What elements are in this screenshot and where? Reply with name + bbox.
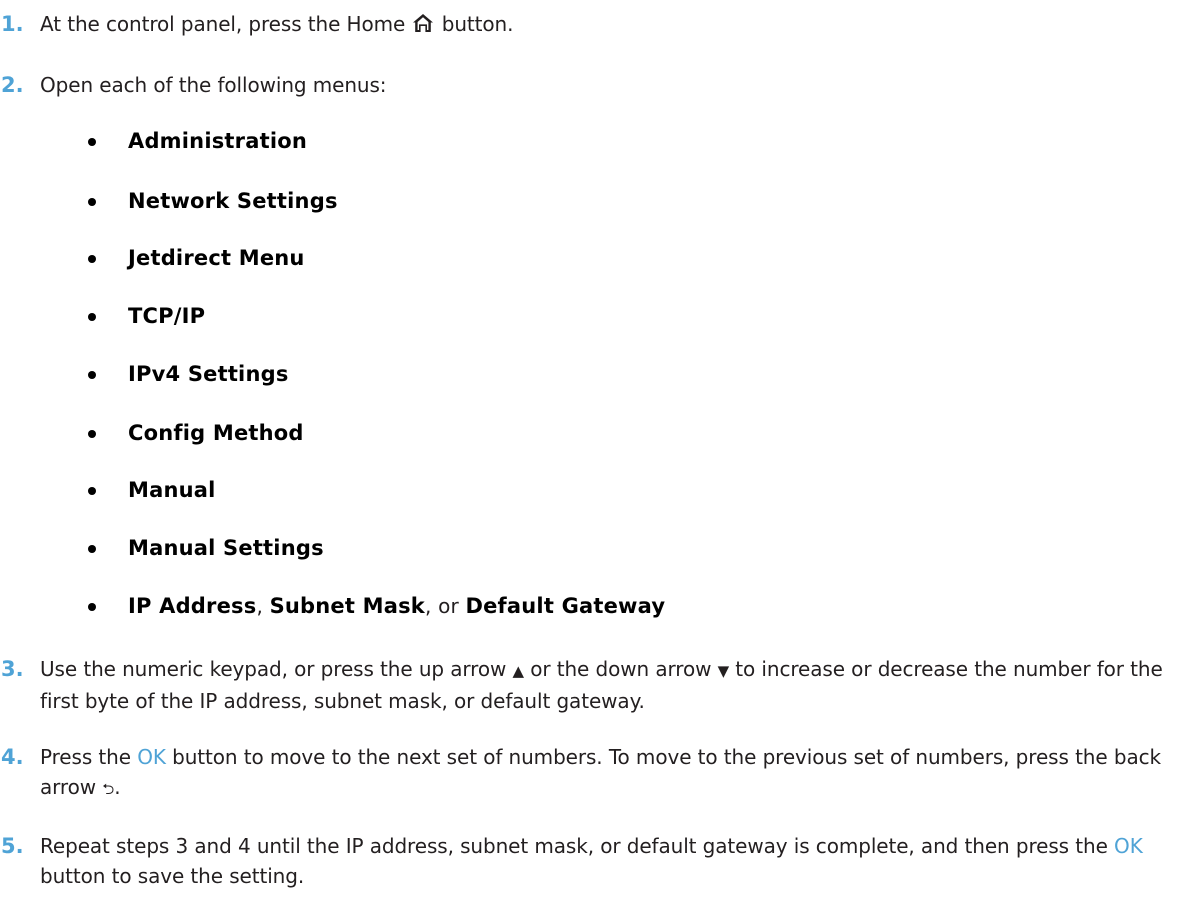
menu-item: Jetdirect Menu	[0, 243, 1201, 273]
bullet-icon	[88, 603, 96, 611]
back-arrow-icon: ⮌	[102, 780, 115, 798]
bullet-icon	[88, 255, 96, 263]
menu-item: IPv4 Settings	[0, 359, 1201, 389]
step-4-text-3: .	[114, 775, 121, 799]
menu-item: Manual	[0, 475, 1201, 505]
home-icon	[413, 14, 434, 32]
bullet-icon	[88, 430, 96, 438]
step-1-text-after: button.	[435, 12, 514, 36]
menu-item-subnet-mask: Subnet Mask	[269, 594, 425, 618]
step-4-text-2: button to move to the next set of number…	[40, 745, 1161, 799]
step-4-text-1: Press the	[40, 745, 138, 769]
menu-item-label: TCP/IP	[128, 304, 206, 328]
menu-item-default-gateway: Default Gateway	[465, 594, 666, 618]
menu-item-label: Network Settings	[128, 189, 338, 213]
step-text: Use the numeric keypad, or press the up …	[40, 654, 1190, 716]
instruction-page: 1. At the control panel, press the Home …	[0, 0, 1201, 906]
menu-item: Config Method	[0, 418, 1201, 448]
menu-item-label: IP Address, Subnet Mask, or Default Gate…	[128, 591, 665, 621]
menu-item: Administration	[0, 126, 1201, 156]
step-number: 5.	[1, 834, 24, 858]
step-text: At the control panel, press the Home but…	[40, 9, 1190, 39]
separator-text: ,	[256, 594, 270, 618]
down-arrow-icon: ▼	[717, 662, 730, 680]
bullet-icon	[88, 138, 96, 146]
menu-item: Network Settings	[0, 186, 1201, 216]
up-arrow-icon: ▲	[512, 662, 525, 680]
bullet-icon	[88, 313, 96, 321]
step-5-text-1: Repeat steps 3 and 4 until the IP addres…	[40, 834, 1115, 858]
step-text: Press the OK button to move to the next …	[40, 742, 1190, 804]
menu-item: TCP/IP	[0, 301, 1201, 331]
step-5-text-2: button to save the setting.	[40, 864, 305, 888]
menu-item-label: Manual Settings	[128, 536, 324, 560]
step-number: 3.	[1, 657, 24, 681]
step-text: Open each of the following menus:	[40, 73, 387, 97]
ok-button-label: OK	[1114, 834, 1143, 858]
menu-item-label: Manual	[128, 478, 216, 502]
step-number: 1.	[1, 12, 24, 36]
separator-text: , or	[424, 594, 466, 618]
menu-item: IP Address, Subnet Mask, or Default Gate…	[0, 591, 1201, 621]
step-1-text-before: At the control panel, press the Home	[40, 12, 406, 36]
bullet-icon	[88, 371, 96, 379]
step-number: 4.	[1, 745, 24, 769]
bullet-icon	[88, 487, 96, 495]
ok-button-label: OK	[137, 745, 166, 769]
step-3-text-2: or the down arrow	[523, 657, 718, 681]
menu-item: Manual Settings	[0, 533, 1201, 563]
menu-item-label: Config Method	[128, 421, 304, 445]
menu-item-label: Administration	[128, 129, 307, 153]
step-number: 2.	[1, 73, 24, 97]
step-3-text-1: Use the numeric keypad, or press the up …	[40, 657, 513, 681]
bullet-icon	[88, 198, 96, 206]
menu-item-label: Jetdirect Menu	[128, 246, 305, 270]
menu-item-label: IPv4 Settings	[128, 362, 289, 386]
menu-item-ip-address: IP Address	[128, 594, 257, 618]
step-text: Repeat steps 3 and 4 until the IP addres…	[40, 831, 1190, 891]
bullet-icon	[88, 545, 96, 553]
